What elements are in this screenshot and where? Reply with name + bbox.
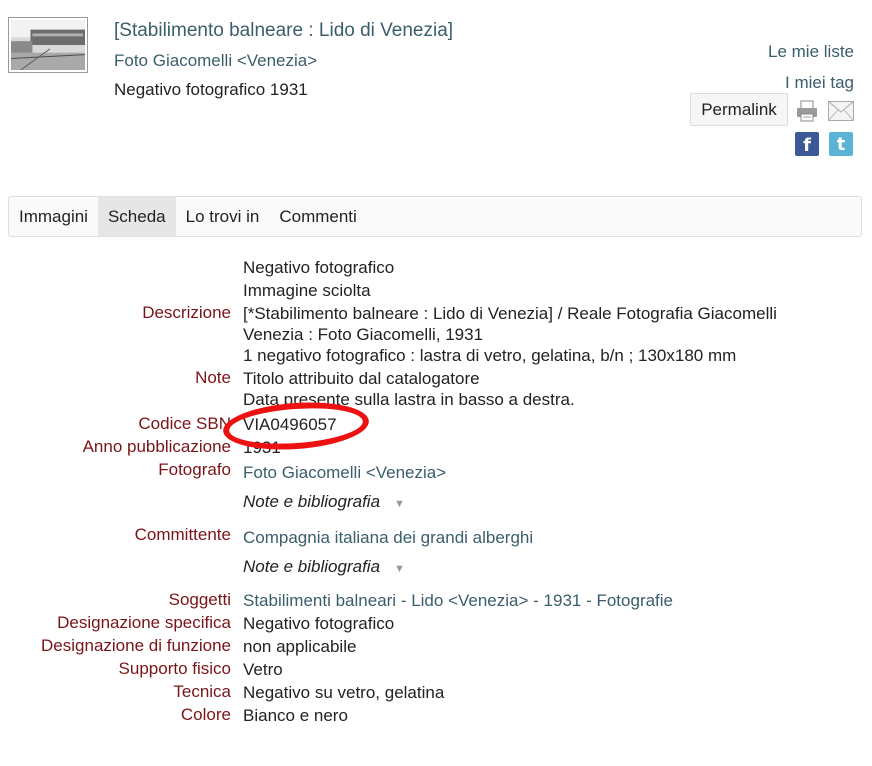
codice-sbn-label: Codice SBN [138,414,231,433]
anno-pubblicazione-label: Anno pubblicazione [82,437,231,456]
tab-scheda[interactable]: Scheda [97,197,176,236]
record-tabs: Immagini Scheda Lo trovi in Commenti [8,196,862,237]
colore-label: Colore [180,705,231,724]
record-thumbnail[interactable] [8,17,88,73]
print-icon[interactable] [796,100,818,122]
committente-label: Committente [134,525,231,544]
fotografo-label: Fotografo [158,460,231,479]
record-type-year: Negativo fotografico 1931 [114,80,308,99]
tab-lo-trovi-in[interactable]: Lo trovi in [176,197,270,236]
soggetto-separator: - [396,591,412,610]
designazione-specifica-label: Designazione specifica [57,613,231,632]
record-title[interactable]: [Stabilimento balneare : Lido di Venezia… [114,20,453,42]
soggetto-separator: - [528,591,544,610]
record-author-link[interactable]: Foto Giacomelli <Venezia> [114,51,317,71]
note-bibliografia-toggle[interactable]: Note e bibliografia ▼ [243,557,405,577]
descrizione-label: Descrizione [142,303,231,322]
note-bibliografia-label: Note e bibliografia [243,492,381,511]
note-line: Titolo attribuito dal catalogatore [243,369,480,388]
fotografo-link[interactable]: Foto Giacomelli <Venezia> [243,463,446,482]
record-format-line: Immagine sciolta [243,281,371,300]
note-bibliografia-label: Note e bibliografia [243,557,381,576]
tab-commenti[interactable]: Commenti [269,197,366,236]
soggetto-link[interactable]: Fotografie [596,591,673,610]
record-format-line: Negativo fotografico [243,258,395,277]
designazione-funzione-value: non applicabile [243,637,357,656]
soggetto-link[interactable]: Lido <Venezia> [411,591,528,610]
tecnica-label: Tecnica [173,682,231,701]
supporto-fisico-label: Supporto fisico [118,659,231,678]
designazione-specifica-value: Negativo fotografico [243,614,395,633]
permalink-button[interactable]: Permalink [690,93,788,126]
descrizione-line: [*Stabilimento balneare : Lido di Venezi… [243,304,777,323]
soggetti-list: Stabilimenti balneari - Lido <Venezia> -… [243,590,673,612]
supporto-fisico-value: Vetro [243,660,283,679]
soggetto-link[interactable]: Stabilimenti balneari [243,591,396,610]
descrizione-line: Venezia : Foto Giacomelli, 1931 [243,325,484,344]
note-label: Note [195,368,231,387]
colore-value: Bianco e nero [243,706,348,725]
tab-immagini[interactable]: Immagini [9,197,98,236]
tecnica-value: Negativo su vetro, gelatina [243,683,445,702]
descrizione-line: 1 negativo fotografico : lastra di vetro… [243,346,737,365]
mail-icon[interactable] [828,101,854,121]
facebook-icon[interactable]: f [795,132,819,156]
soggetto-link[interactable]: 1931 [544,591,582,610]
soggetto-separator: - [581,591,597,610]
caret-down-icon: ▼ [394,498,405,510]
note-bibliografia-toggle[interactable]: Note e bibliografia ▼ [243,492,405,512]
caret-down-icon: ▼ [394,563,405,575]
my-lists-link[interactable]: Le mie liste [768,36,854,67]
soggetti-label: Soggetti [168,590,231,609]
designazione-funzione-label: Designazione di funzione [41,636,231,655]
twitter-icon[interactable]: t [829,132,853,156]
committente-link[interactable]: Compagnia italiana dei grandi alberghi [243,528,533,547]
